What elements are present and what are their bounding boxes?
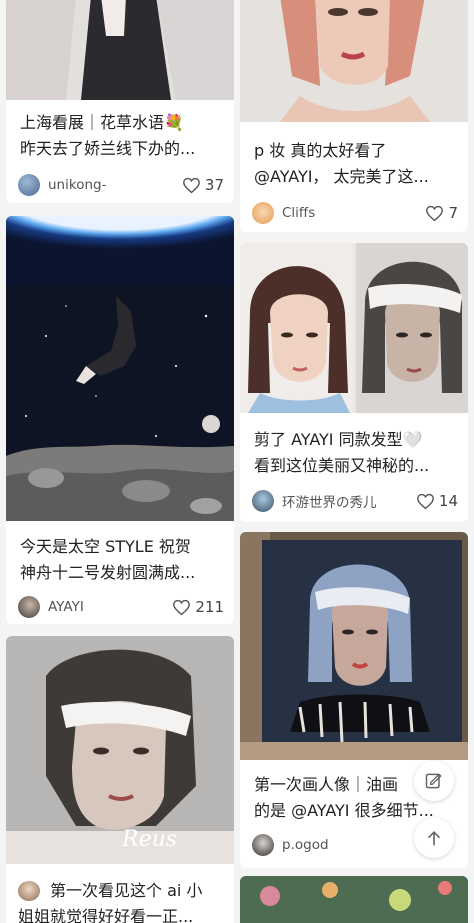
post-meta: 环游世界の秀儿 14 <box>252 488 458 514</box>
heart-outline-icon <box>426 205 444 221</box>
post-title: 第一次看见这个 ai 小 姐姐就觉得好好看一正... <box>18 878 224 923</box>
like-button[interactable]: 14 <box>416 492 458 510</box>
post-card[interactable]: 剪了 AYAYI 同款发型🤍 看到这位美丽又神秘的... 环游世界の秀儿 14 <box>240 243 468 522</box>
like-button[interactable]: 37 <box>182 176 224 194</box>
avatar[interactable] <box>252 490 274 512</box>
post-card[interactable]: 今天是太空 STYLE 祝贺 神舟十二号发射圆满成... AYAYI 211 <box>6 216 234 624</box>
avatar[interactable] <box>18 174 40 196</box>
post-image-graphic <box>240 0 468 122</box>
post-title-line-2: 看到这位美丽又神秘的... <box>254 456 430 475</box>
edit-note-button[interactable] <box>414 761 454 801</box>
post-card[interactable] <box>240 876 468 923</box>
post-card[interactable]: 上海看展｜花草水语💐 昨天去了娇兰线下办的... unikong- 37 <box>6 0 234 203</box>
post-image[interactable] <box>240 532 468 760</box>
post-image[interactable] <box>6 0 234 100</box>
like-count: 211 <box>195 598 224 616</box>
post-title: p 妆 真的太好看了 @AYAYI， 太完美了这... <box>254 138 458 190</box>
avatar[interactable] <box>252 834 274 856</box>
post-title: 剪了 AYAYI 同款发型🤍 看到这位美丽又神秘的... <box>254 427 458 479</box>
artist-signature: Reus <box>121 827 177 852</box>
post-image-graphic <box>6 0 234 100</box>
post-card[interactable]: Reus 第一次看见这个 ai 小 姐姐就觉得好好看一正... <box>6 636 234 923</box>
edit-note-icon <box>425 773 442 789</box>
like-count: 14 <box>438 492 458 510</box>
post-meta: unikong- 37 <box>18 172 224 198</box>
author-name[interactable]: Cliffs <box>282 205 425 221</box>
back-to-top-button[interactable] <box>414 818 454 858</box>
post-title-line-1: 剪了 AYAYI 同款发型🤍 <box>254 430 423 449</box>
post-title-line-2: 昨天去了娇兰线下办的... <box>20 139 196 158</box>
post-image-graphic <box>240 876 468 923</box>
post-image[interactable]: Reus <box>6 636 234 864</box>
like-button[interactable]: 7 <box>425 204 458 222</box>
heart-outline-icon <box>416 493 434 509</box>
post-image[interactable] <box>240 876 468 923</box>
post-title: 上海看展｜花草水语💐 昨天去了娇兰线下办的... <box>20 110 224 162</box>
author-name[interactable]: AYAYI <box>48 599 172 615</box>
author-name[interactable]: 环游世界の秀儿 <box>282 491 416 511</box>
like-count: 7 <box>448 204 458 222</box>
post-title: 今天是太空 STYLE 祝贺 神舟十二号发射圆满成... <box>20 534 224 586</box>
like-count: 37 <box>204 176 224 194</box>
author-name[interactable]: unikong- <box>48 177 182 193</box>
avatar[interactable] <box>252 202 274 224</box>
post-image-graphic <box>240 243 468 413</box>
post-title-line-2: @AYAYI， 太完美了这... <box>254 167 429 186</box>
post-image-graphic <box>6 216 234 521</box>
post-title-line-1: 上海看展｜花草水语💐 <box>20 113 184 132</box>
heart-outline-icon <box>173 599 191 615</box>
svg-text:Reus: Reus <box>121 827 177 852</box>
post-card[interactable]: p 妆 真的太好看了 @AYAYI， 太完美了这... Cliffs 7 <box>240 0 468 232</box>
post-title-line-1: p 妆 真的太好看了 <box>254 141 387 160</box>
post-title-line-1: 今天是太空 STYLE 祝贺 <box>20 537 191 556</box>
post-image[interactable] <box>6 216 234 521</box>
post-meta: Cliffs 7 <box>252 200 458 226</box>
post-image-graphic <box>240 532 468 760</box>
post-image[interactable] <box>240 0 468 122</box>
avatar[interactable] <box>18 881 40 901</box>
heart-outline-icon <box>182 177 200 193</box>
post-image[interactable] <box>240 243 468 413</box>
post-title-line-1: 第一次看见这个 ai 小 <box>18 878 224 904</box>
like-button[interactable]: 211 <box>172 598 224 616</box>
avatar[interactable] <box>18 596 40 618</box>
post-title-line-2: 神舟十二号发射圆满成... <box>20 563 196 582</box>
arrow-up-icon <box>428 831 440 846</box>
post-title-line-2: 姐姐就觉得好好看一正... <box>18 907 194 923</box>
post-meta: AYAYI 211 <box>18 594 224 620</box>
